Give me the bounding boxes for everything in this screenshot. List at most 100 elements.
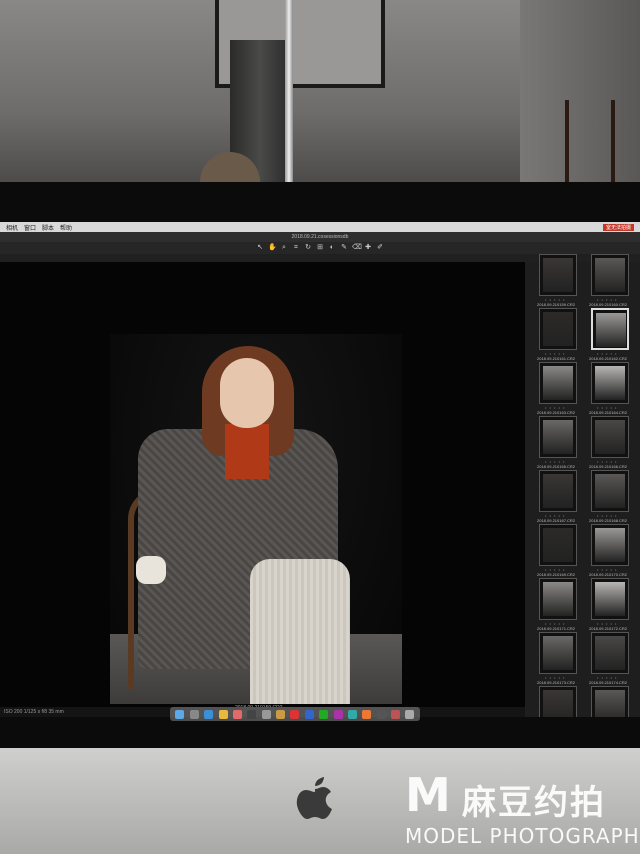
photo-dress	[250, 559, 350, 704]
thumbnail[interactable]	[591, 686, 629, 717]
thumbnail-image	[595, 366, 625, 400]
thumbnail[interactable]	[539, 308, 577, 350]
mask-tool-icon[interactable]: ◐	[328, 244, 336, 252]
thumbnail-image	[543, 366, 573, 400]
dock	[170, 707, 420, 721]
window-title: 2018.09.21.cosessionsdb	[0, 232, 640, 242]
thumbnail-image	[596, 313, 626, 347]
thumbnail-label: 2018.09.210174.CR2	[589, 680, 628, 685]
thumbnail-image	[595, 258, 625, 292]
menu-item-help[interactable]: 帮助	[60, 223, 72, 232]
watermark-english: MODEL PHOTOGRAPH	[405, 824, 640, 848]
thumbnail[interactable]	[539, 362, 577, 404]
trash-icon[interactable]	[405, 709, 415, 719]
eraser-tool-icon[interactable]: ⌫	[352, 244, 362, 252]
photos-icon[interactable]	[232, 709, 242, 719]
thumbnail-label: 2018.09.210161.CR2	[537, 356, 576, 361]
thumbnail-browser: • • • • • 2018.09.210159.CR2 • • • • • 2018…	[525, 254, 640, 717]
menu-item-script[interactable]: 脚本	[42, 223, 54, 232]
thumbnail[interactable]	[591, 362, 629, 404]
thumbnail-label: 2018.09.210168.CR2	[589, 518, 628, 523]
thumbnail-label: 2018.09.210173.CR2	[537, 680, 576, 685]
app-icon[interactable]	[304, 709, 314, 719]
keystone-tool-icon[interactable]: ⊞	[316, 244, 324, 252]
thumbnail[interactable]	[591, 524, 629, 566]
crop-tool-icon[interactable]: ⌗	[292, 244, 300, 252]
safari-icon[interactable]	[204, 709, 214, 719]
rotate-tool-icon[interactable]: ↻	[304, 244, 312, 252]
app-icon[interactable]	[290, 709, 300, 719]
thumbnail-image	[595, 690, 625, 717]
background-chair	[565, 100, 615, 190]
thumbnail[interactable]	[539, 254, 577, 296]
light-stand-pole	[285, 0, 293, 190]
thumbnail-image	[595, 474, 625, 508]
zoom-tool-icon[interactable]: ⌕	[280, 244, 288, 252]
thumbnail[interactable]	[591, 254, 629, 296]
app-icon[interactable]	[276, 709, 285, 719]
thumbnail-label: 2018.09.210172.CR2	[589, 626, 628, 631]
thumbnail[interactable]	[539, 686, 577, 717]
thumbnail-image	[543, 690, 573, 717]
main-photo	[110, 334, 402, 704]
thumbnail-label: 2018.09.210171.CR2	[537, 626, 576, 631]
menu-item-window[interactable]: 窗口	[24, 223, 36, 232]
photo-cuff	[136, 556, 166, 584]
thumbnail-image	[595, 582, 625, 616]
thumbnail[interactable]	[591, 578, 629, 620]
thumbnail-image	[595, 636, 625, 670]
settings-icon[interactable]	[261, 709, 271, 719]
watermark-m: M	[405, 768, 451, 822]
thumbnail-label: 2018.09.210165.CR2	[537, 464, 576, 469]
thumbnail-image	[543, 420, 573, 454]
thumbnail-label: 2018.09.210162.CR2	[589, 356, 628, 361]
thumbnail[interactable]	[539, 632, 577, 674]
monitor-screen: 相机 窗口 脚本 帮助 室无法拍摄 2018.09.21.cosessionsd…	[0, 222, 640, 717]
thumbnail[interactable]	[591, 470, 629, 512]
picker-tool-icon[interactable]: ✐	[376, 244, 384, 252]
menu-bar: 相机 窗口 脚本 帮助 室无法拍摄	[0, 222, 640, 232]
launchpad-icon[interactable]	[189, 709, 199, 719]
thumbnail[interactable]	[539, 578, 577, 620]
thumbnail-image	[543, 474, 573, 508]
camera-icon[interactable]	[247, 709, 257, 719]
watermark-chinese: 麻豆约拍	[462, 783, 606, 823]
thumbnail[interactable]	[591, 416, 629, 458]
thumbnail-label: 2018.09.210160.CR2	[589, 302, 628, 307]
thumbnail-label: 2018.09.210167.CR2	[537, 518, 576, 523]
thumbnail-image	[595, 528, 625, 562]
app-icon[interactable]	[362, 709, 372, 719]
photo-turtleneck	[225, 424, 269, 479]
heal-tool-icon[interactable]: ✚	[364, 244, 372, 252]
notification-badge[interactable]: 室无法拍摄	[602, 223, 634, 231]
thumbnail-image	[543, 582, 573, 616]
apple-logo-icon	[296, 777, 332, 819]
thumbnail-label: 2018.09.210163.CR2	[537, 410, 576, 415]
thumbnail-label: 2018.09.210169.CR2	[537, 572, 576, 577]
thumbnail[interactable]	[539, 524, 577, 566]
finder-icon[interactable]	[175, 709, 185, 719]
thumbnail-image	[595, 420, 625, 454]
thumbnail-label: 2018.09.210159.CR2	[537, 302, 576, 307]
thumbnail[interactable]	[539, 470, 577, 512]
thumbnail[interactable]	[591, 632, 629, 674]
menu-item-camera[interactable]: 相机	[6, 223, 18, 232]
app-icon[interactable]	[376, 709, 386, 719]
thumbnail-label: 2018.09.210170.CR2	[589, 572, 628, 577]
brush-tool-icon[interactable]: ✎	[340, 244, 348, 252]
chrome-icon[interactable]	[218, 709, 228, 719]
app-icon[interactable]	[391, 709, 400, 719]
app-icon[interactable]	[347, 709, 357, 719]
monitor: 相机 窗口 脚本 帮助 室无法拍摄 2018.09.21.cosessionsd…	[0, 182, 640, 782]
thumbnail[interactable]	[591, 308, 629, 350]
thumbnail-image	[543, 258, 573, 292]
image-viewer[interactable]: 2018.09.210159.CR2	[0, 262, 525, 711]
app-icon[interactable]	[319, 709, 329, 719]
hand-tool-icon[interactable]: ✋	[268, 244, 277, 252]
menubar-status: 室无法拍摄	[597, 223, 634, 231]
cursor-tool-icon[interactable]: ↖	[256, 244, 264, 252]
thumbnail[interactable]	[539, 416, 577, 458]
thumbnail-label: 2018.09.210166.CR2	[589, 464, 628, 469]
app-icon[interactable]	[333, 709, 343, 719]
photo-face	[220, 358, 274, 428]
